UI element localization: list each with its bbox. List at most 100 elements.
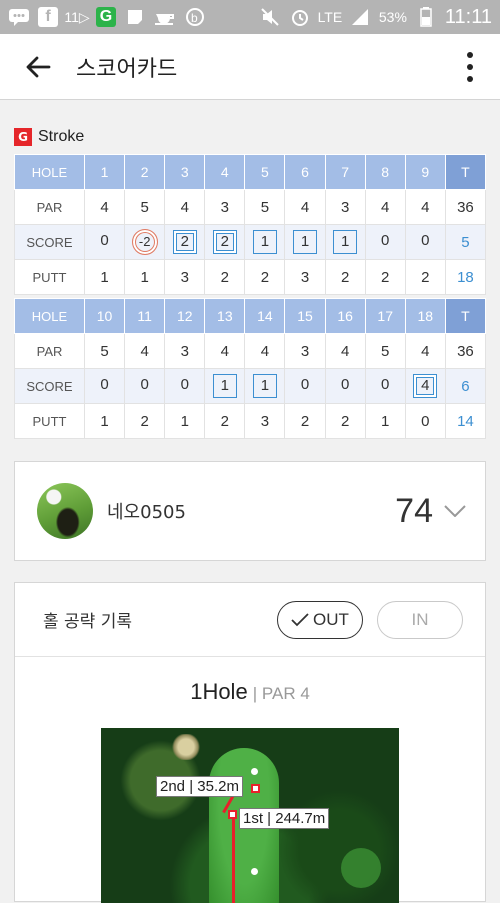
hole-par: | PAR 4: [252, 684, 310, 703]
score-row-total: 5: [444, 224, 487, 260]
putt-cell: 2: [124, 403, 166, 439]
par-cell: 4: [204, 333, 246, 369]
avatar: [37, 483, 93, 539]
score-cell[interactable]: 1: [244, 224, 286, 260]
score-mark: -2: [131, 229, 158, 255]
out-toggle-button[interactable]: OUT: [277, 600, 363, 639]
shot-marker-2: [251, 784, 260, 793]
in-label: IN: [411, 609, 429, 629]
head-cell: 2: [124, 154, 166, 190]
putt-cell: 2: [404, 259, 446, 295]
par-row: PAR 4 5 4 3 5 4 3 4 4 36: [14, 189, 487, 225]
score-mark: 0: [300, 376, 310, 393]
head-cell: 8: [364, 154, 406, 190]
hole-row-total: T: [444, 298, 487, 334]
score-cell[interactable]: 1: [204, 368, 246, 404]
score-cell[interactable]: 1: [324, 224, 366, 260]
score-row-total: 6: [444, 368, 487, 404]
score-mark: 1: [333, 230, 358, 254]
par-cell: 3: [204, 189, 246, 225]
putt-cell: 1: [164, 403, 206, 439]
tee-marker: [251, 868, 258, 875]
app-g-icon: G: [96, 7, 116, 27]
par-cell: 4: [83, 189, 126, 225]
head-cell: 14: [244, 298, 286, 334]
page-title: 스코어카드: [76, 56, 178, 82]
putt-cell: 2: [324, 403, 366, 439]
par-cell: 3: [284, 333, 326, 369]
putt-row-label: PUTT: [14, 403, 85, 439]
score-cell[interactable]: 0: [164, 368, 206, 404]
score-mark: 0: [100, 232, 109, 249]
hole-record-header: 홀 공략 기록 OUT IN: [15, 583, 485, 657]
par-cell: 5: [124, 189, 166, 225]
course-map[interactable]: 2nd | 35.2m 1st | 244.7m: [101, 728, 399, 903]
score-cell[interactable]: 2: [204, 224, 246, 260]
putt-row-total: 18: [444, 259, 487, 295]
score-cell[interactable]: 0: [83, 224, 126, 260]
par-cell: 5: [244, 189, 286, 225]
score-cell[interactable]: 0: [83, 368, 126, 404]
shot-line-1: [232, 814, 235, 903]
in-toggle-button[interactable]: IN: [377, 600, 463, 639]
status-bar: f 11▷ G b LTE 53% 11:11: [0, 0, 500, 34]
score-cell[interactable]: 0: [124, 368, 166, 404]
score-mark: 1: [252, 374, 277, 398]
score-mark: 0: [381, 376, 390, 393]
putt-cell: 2: [204, 259, 246, 295]
par-cell: 3: [164, 333, 206, 369]
mode-badge: G: [14, 128, 32, 146]
chevron-down-icon[interactable]: [433, 505, 477, 517]
rough-patch: [341, 848, 381, 888]
putt-cell: 1: [83, 259, 126, 295]
score-mark: 0: [381, 232, 390, 249]
score-cell[interactable]: 4: [404, 368, 446, 404]
score-cell[interactable]: 0: [364, 368, 406, 404]
hole-row: HOLE 10 11 12 13 14 15 16 17 18 T: [14, 298, 487, 334]
head-cell: 13: [204, 298, 246, 334]
pin-marker: [251, 768, 258, 775]
head-cell: 6: [284, 154, 326, 190]
player-summary[interactable]: 네오0505 74: [14, 461, 486, 561]
back-arrow-icon: [26, 56, 51, 77]
hole-record-card: 홀 공략 기록 OUT IN 1Hole | PAR 4 2nd | 35.2m…: [14, 582, 486, 903]
score-mark: 0: [421, 232, 430, 249]
score-cell[interactable]: 2: [164, 224, 206, 260]
putt-cell: 1: [83, 403, 126, 439]
score-mark: 1: [293, 230, 318, 254]
network-type: LTE: [317, 9, 343, 25]
par-cell: 4: [404, 333, 446, 369]
putt-cell: 1: [364, 403, 406, 439]
score-cell[interactable]: 1: [244, 368, 286, 404]
carrier-count: 11▷: [64, 8, 90, 25]
back-button[interactable]: [0, 34, 76, 100]
par-cell: 5: [364, 333, 406, 369]
hole-title: 1Hole | PAR 4: [15, 679, 485, 705]
score-cell[interactable]: -2: [124, 224, 166, 260]
par-cell: 5: [83, 333, 126, 369]
score-cell[interactable]: 1: [284, 224, 326, 260]
putt-row: PUTT 1 2 1 2 3 2 2 1 0 14: [14, 403, 487, 439]
par-row-total: 36: [444, 333, 487, 369]
score-cell[interactable]: 0: [284, 368, 326, 404]
score-mark: 1: [252, 230, 277, 254]
more-options-button[interactable]: [440, 34, 500, 100]
score-mark: 2: [172, 230, 197, 254]
score-row-label: SCORE: [14, 224, 85, 260]
coffee-icon: [154, 7, 176, 27]
mode-label: Stroke: [38, 128, 85, 145]
score-cell[interactable]: 0: [324, 368, 366, 404]
head-cell: 1: [83, 154, 126, 190]
score-cell[interactable]: 0: [364, 224, 406, 260]
score-cell[interactable]: 0: [404, 224, 446, 260]
mute-icon: [259, 7, 281, 27]
facebook-icon: f: [38, 7, 58, 27]
head-cell: 18: [404, 298, 446, 334]
score-mark: 4: [413, 374, 438, 398]
more-vert-icon: [467, 51, 473, 58]
putt-cell: 2: [204, 403, 246, 439]
putt-cell: 2: [364, 259, 406, 295]
hole-row-label: HOLE: [14, 154, 85, 190]
head-cell: 3: [164, 154, 206, 190]
head-cell: 15: [284, 298, 326, 334]
